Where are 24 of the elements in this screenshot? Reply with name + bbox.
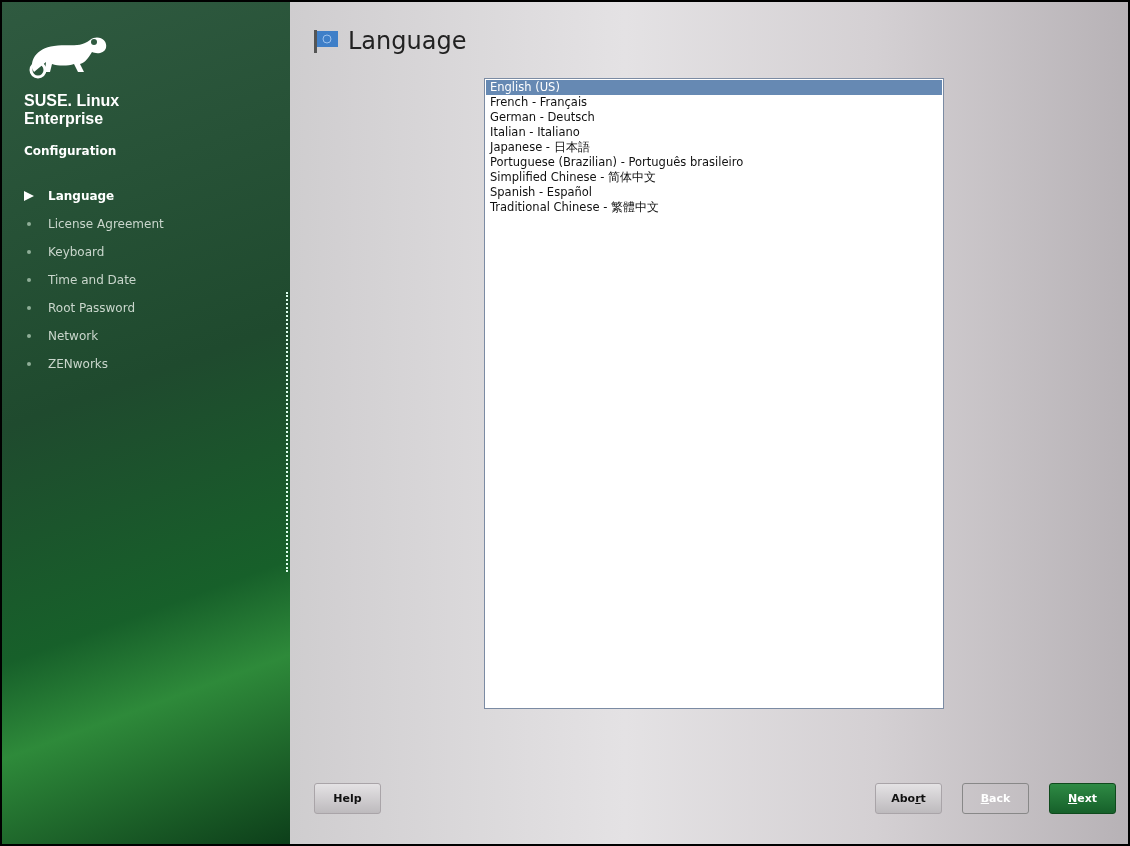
- language-list[interactable]: English (US) French - Français German - Deutsch Italian - Italiano Japanese - 日本語 Portuguese (Brazilian) - Português brasileiro Simplified Chinese - 简体中文 Spanish - Español Traditional Chinese - 繁體中文: [484, 78, 944, 709]
- dialog-button[interactable]: Help: [314, 782, 381, 814]
- list-item[interactable]: Traditional Chinese - 繁體中文: [486, 200, 942, 215]
- step-label: Keyboard: [48, 245, 105, 259]
- step-label: Language: [48, 189, 115, 203]
- flag-icon: [314, 29, 340, 53]
- list-item[interactable]: Spanish - Español: [486, 185, 942, 200]
- dialog-button[interactable]: Next: [1049, 782, 1116, 814]
- page-title: Language: [348, 27, 467, 55]
- section-title: Configuration: [24, 144, 118, 158]
- brand-name: SUSE. Linux Enterprise: [24, 92, 121, 128]
- list-item[interactable]: Portuguese (Brazilian) - Português brasileiro: [486, 155, 942, 170]
- list-item[interactable]: English (US): [486, 80, 942, 95]
- step-label: ZENworks: [48, 357, 109, 371]
- list-item[interactable]: German - Deutsch: [486, 110, 942, 125]
- step-label: Time and Date: [48, 273, 137, 287]
- dialog-button[interactable]: Abort: [875, 782, 942, 814]
- list-item[interactable]: Japanese - 日本語: [486, 140, 942, 155]
- step-label: License Agreement: [48, 217, 164, 231]
- list-item[interactable]: Simplified Chinese - 简体中文: [486, 170, 942, 185]
- list-item[interactable]: Italian - Italiano: [486, 125, 942, 140]
- step-label: Network: [48, 329, 99, 343]
- list-item[interactable]: French - Français: [486, 95, 942, 110]
- step-label: Root Password: [48, 301, 136, 315]
